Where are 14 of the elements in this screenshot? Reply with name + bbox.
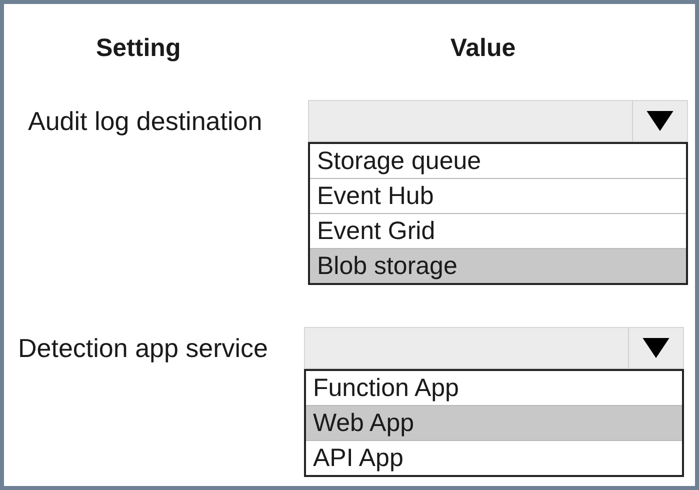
column-header: Value [450, 34, 516, 62]
setting-label: Detection app service [18, 332, 268, 364]
dropdown-option[interactable]: Blob storage [310, 248, 686, 283]
dropdown-option[interactable]: API App [306, 440, 682, 475]
dropdown-option[interactable]: Event Hub [310, 178, 686, 213]
dropdown-field[interactable] [304, 327, 684, 369]
setting-label: Audit log destination [28, 106, 262, 136]
dropdown-option[interactable]: Web App [306, 405, 682, 440]
dropdown-option[interactable]: Function App [306, 371, 682, 405]
caret-icon [646, 111, 674, 131]
dropdown-field[interactable] [308, 100, 688, 142]
caret-icon [642, 338, 670, 358]
column-header: Setting [96, 34, 181, 62]
dropdown-option[interactable]: Storage queue [310, 144, 686, 178]
